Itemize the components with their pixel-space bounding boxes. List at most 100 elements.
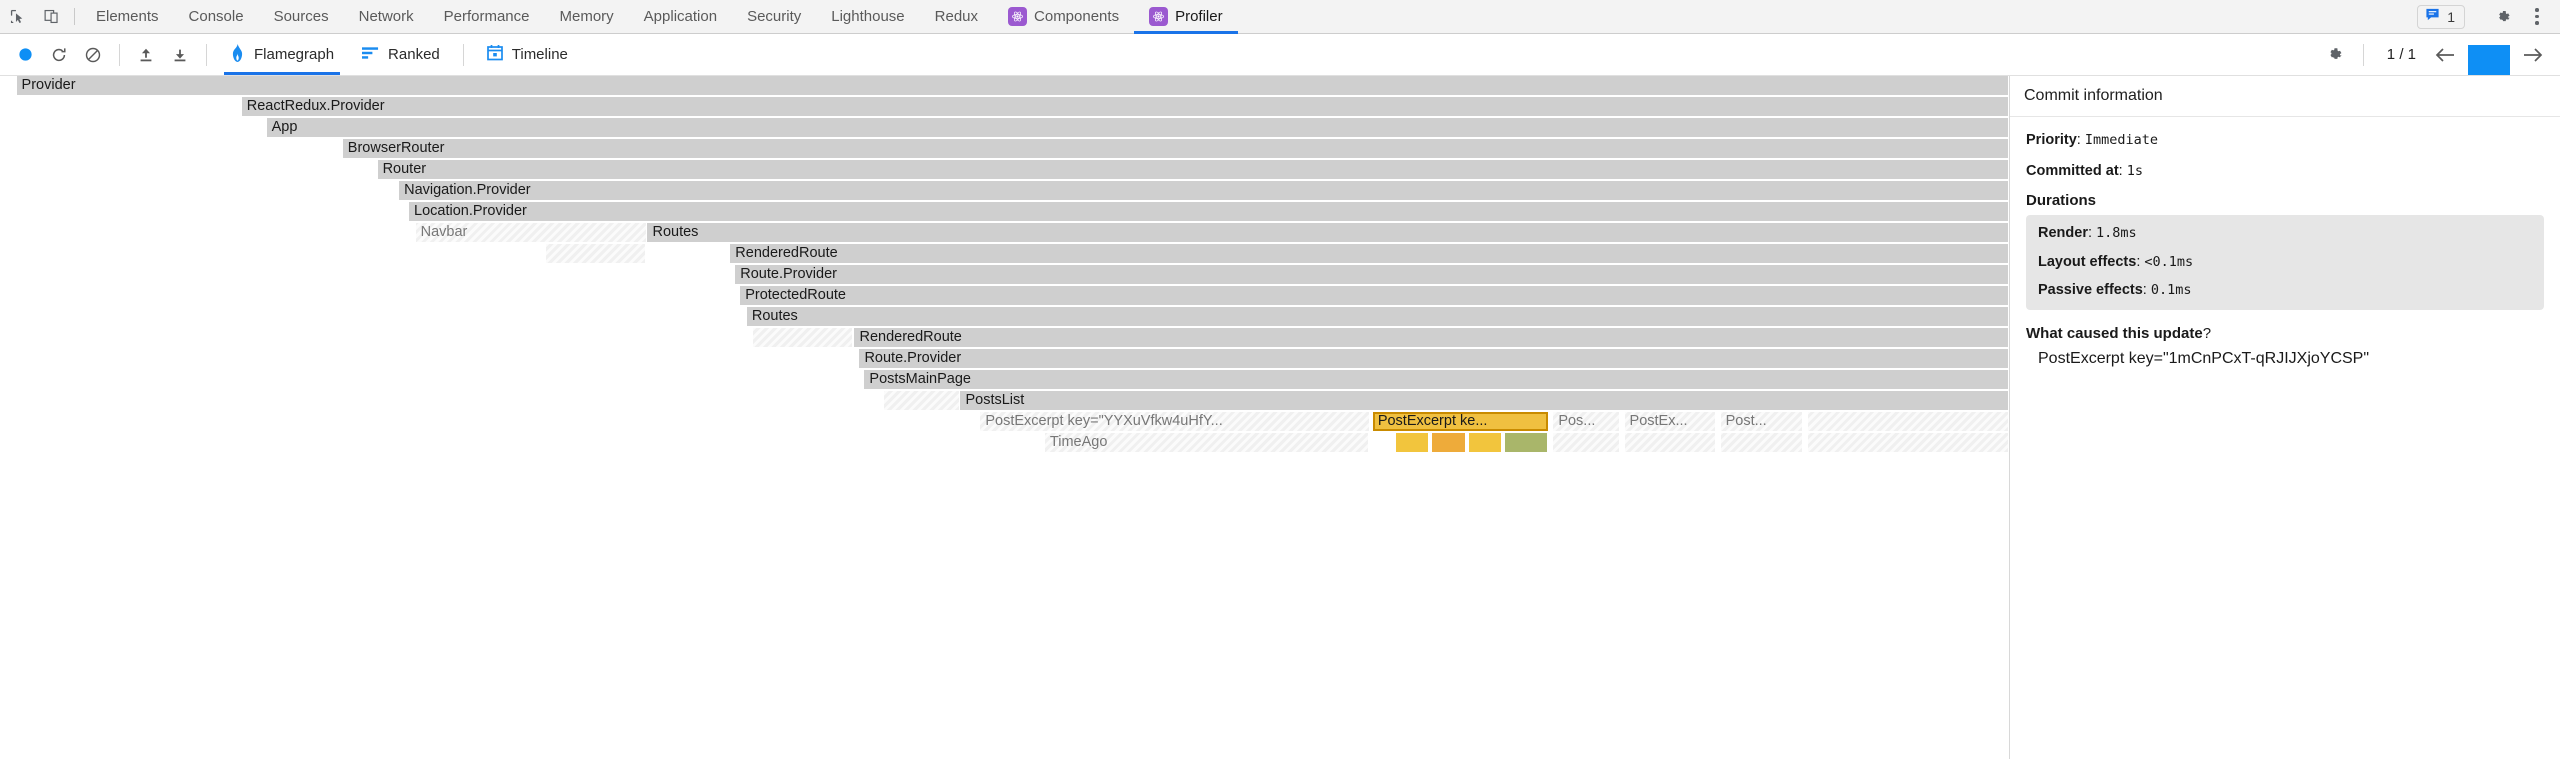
reload-and-profile-button[interactable] [42,38,76,72]
flamegraph-node[interactable]: Location.Provider [409,202,2009,221]
previous-commit-button[interactable] [2430,40,2460,70]
devtools-tab-lighthouse[interactable]: Lighthouse [816,0,919,33]
flamegraph-node[interactable]: Router [378,160,2009,179]
flamegraph-node[interactable]: RenderedRoute [854,328,2008,347]
flamegraph-node[interactable]: Route.Provider [859,349,2008,368]
calendar-icon [487,44,503,65]
devtools-tab-memory[interactable]: Memory [545,0,629,33]
flamegraph-node[interactable]: ReactRedux.Provider [242,97,2009,116]
start-profiling-button[interactable] [8,38,42,72]
profiler-settings-gear-icon[interactable] [2318,38,2352,72]
devtools-tab-security[interactable]: Security [732,0,816,33]
flamegraph-row: Routes [0,307,2009,328]
devtools-tab-label: Components [1034,8,1119,25]
flamegraph-row: Location.Provider [0,202,2009,223]
devtools-tab-elements[interactable]: Elements [81,0,174,33]
flamegraph-node[interactable]: PostExcerpt ke... [1373,412,1549,431]
commit-total: 1 [2408,46,2416,63]
view-tab-timeline[interactable]: Timeline [473,34,582,75]
commit-current: 1 [2387,46,2395,63]
commit-bar-item[interactable] [2468,45,2510,75]
next-commit-button[interactable] [2518,40,2548,70]
devtools-tab-console[interactable]: Console [174,0,259,33]
flamegraph-node[interactable] [1808,412,2008,431]
flamegraph-node[interactable]: TimeAgo [1045,433,1370,452]
devtools-tab-redux[interactable]: Redux [920,0,993,33]
profiler-toolbar-right: 1 / 1 [2318,34,2552,75]
gear-icon[interactable] [2486,8,2520,26]
message-count-button[interactable]: 1 [2417,5,2465,29]
react-logo-icon [1008,7,1027,26]
flamegraph-node[interactable] [753,328,852,347]
flamegraph-node[interactable]: Provider [17,76,2009,95]
committed-at-row: Committed at: 1s [2026,162,2544,182]
duration-label: Render [2038,225,2088,241]
flamegraph-node[interactable] [1808,433,2008,452]
message-count-label: 1 [2447,9,2455,25]
flamegraph-node[interactable]: App [267,118,2009,137]
flamegraph-row: RenderedRoute [0,328,2009,349]
devtools-tab-application[interactable]: Application [629,0,732,33]
flamegraph-row: RenderedRoute [0,244,2009,265]
flamegraph-pane[interactable]: Provider ReactRedux.Provider App BrowserRou… [0,76,2010,759]
devtools-tab-label: Security [747,8,801,25]
devtools-toolbar-right: 1 [2417,0,2560,33]
flamegraph-node[interactable]: Pos... [1553,412,1619,431]
flamegraph-node[interactable]: Route.Provider [735,265,2008,284]
flamegraph-row: Provider [0,76,2009,97]
clear-profiling-data-button[interactable] [76,38,110,72]
flamegraph-node[interactable]: Post... [1721,412,1804,431]
flamegraph-node[interactable]: Routes [747,307,2009,326]
duration-label: Passive effects [2038,282,2143,298]
flamegraph-row: TimeAgo [0,433,2009,454]
flamegraph-node[interactable]: RenderedRoute [730,244,2008,263]
devtools-tab-sources[interactable]: Sources [259,0,344,33]
devtools-tab-performance[interactable]: Performance [429,0,545,33]
commit-information-pane: Commit information Priority: Immediate C… [2010,76,2560,759]
flamegraph-node[interactable] [1625,433,1716,452]
priority-value: Immediate [2085,132,2158,148]
flamegraph-node[interactable] [1469,433,1502,452]
flamegraph-node[interactable] [1721,433,1804,452]
flamegraph-node[interactable]: Routes [647,223,2008,242]
flamegraph-node[interactable]: ProtectedRoute [740,286,2008,305]
flamegraph-node[interactable] [546,244,645,263]
colon: : [2119,163,2127,179]
update-cause-item[interactable]: PostExcerpt key="1mCnPCxT-qRJIJXjoYCSP" [2026,348,2544,369]
flamegraph-node[interactable] [1396,433,1429,452]
devtools-tab-components[interactable]: Components [993,0,1134,33]
flamegraph-row: PostExcerpt key="YYXuVfkw4uHfY...PostExc… [0,412,2009,433]
flamegraph-node[interactable] [884,391,960,410]
flamegraph-node[interactable]: PostsMainPage [864,370,2008,389]
colon: : [2077,132,2085,148]
flamegraph-node[interactable] [1505,433,1548,452]
device-toolbar-icon[interactable] [34,0,68,33]
load-profile-button[interactable] [129,38,163,72]
flamegraph-node[interactable]: Navigation.Provider [399,181,2009,200]
flamegraph-node[interactable] [1553,433,1619,452]
flamegraph-node[interactable]: Navbar [416,223,648,242]
view-tab-flamegraph[interactable]: Flamegraph [216,34,348,75]
flamegraph-rows: Provider ReactRedux.Provider App BrowserRou… [0,76,2009,454]
save-profile-button[interactable] [163,38,197,72]
flamegraph-node[interactable]: PostEx... [1625,412,1716,431]
flamegraph-row: ProtectedRoute [0,286,2009,307]
devtools-tab-label: Sources [274,8,329,25]
colon: : [2088,225,2096,241]
flamegraph-node[interactable]: PostExcerpt key="YYXuVfkw4uHfY... [980,412,1369,431]
view-tab-label: Timeline [512,46,568,63]
duration-value: <0.1ms [2144,254,2193,270]
inspect-element-icon[interactable] [0,0,34,33]
devtools-tab-profiler[interactable]: Profiler [1134,0,1238,33]
commit-separator: / [2399,46,2403,63]
devtools-tab-bar: Elements Console Sources Network Perform… [0,0,2560,34]
flamegraph-node[interactable] [1432,433,1465,452]
kebab-menu-icon[interactable] [2524,4,2550,30]
devtools-tab-network[interactable]: Network [344,0,429,33]
view-tab-label: Ranked [388,46,440,63]
duration-row: Layout effects: <0.1ms [2038,253,2532,273]
flamegraph-node[interactable]: BrowserRouter [343,139,2009,158]
view-tab-ranked[interactable]: Ranked [348,34,454,75]
toolbar-divider [119,44,120,66]
flamegraph-node[interactable]: PostsList [960,391,2008,410]
